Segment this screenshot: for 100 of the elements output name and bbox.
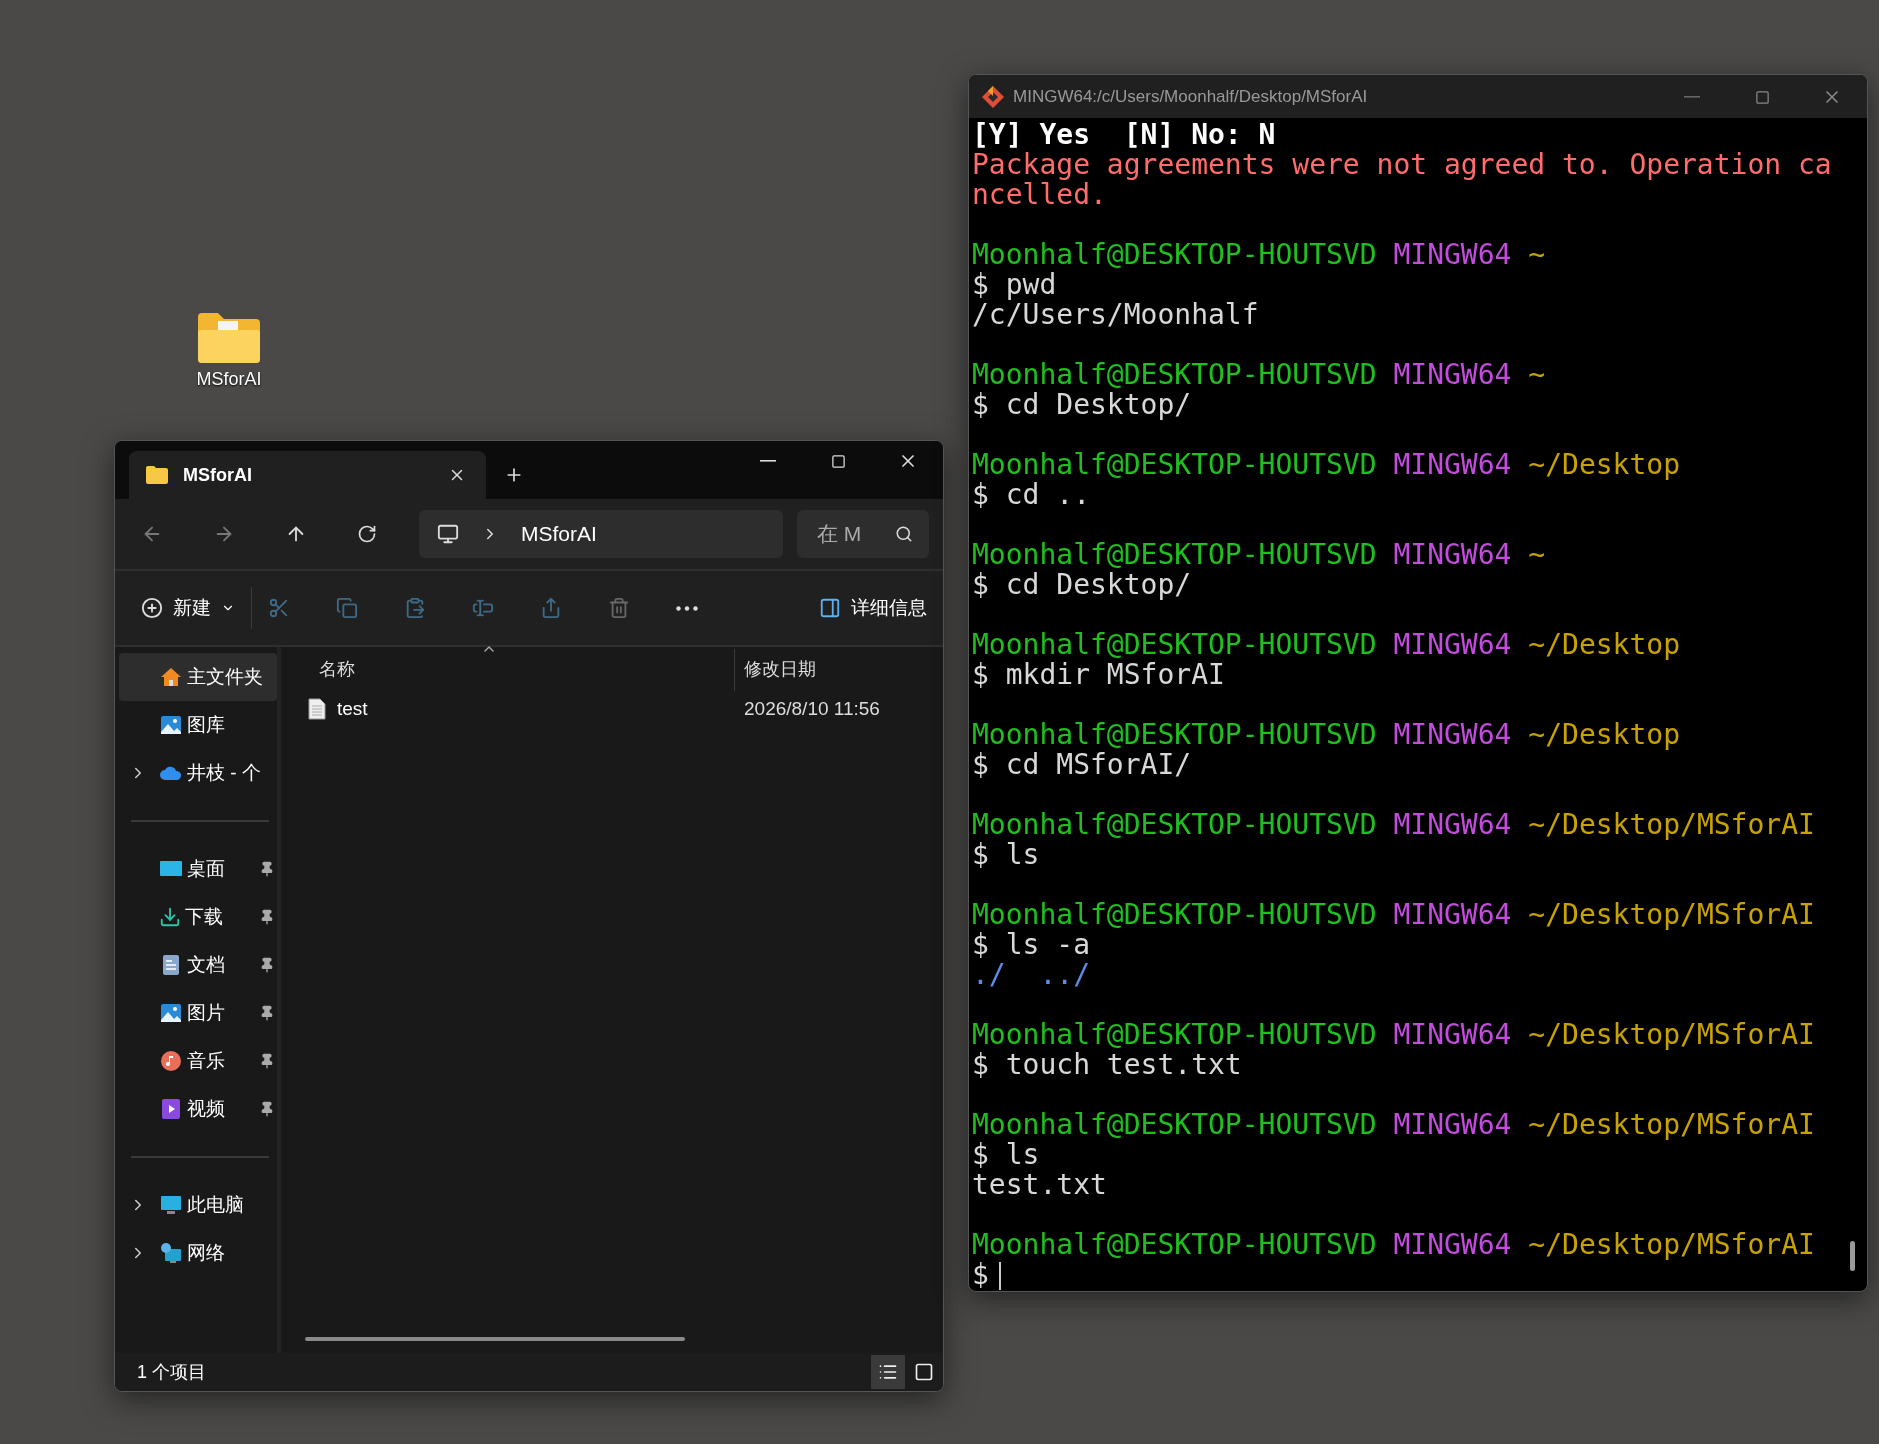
trash-icon <box>608 597 630 619</box>
prompt-shell: MINGW64 <box>1393 898 1512 931</box>
command-line: $ cd Desktop/ <box>972 388 1192 421</box>
sidebar-item[interactable]: 图片 <box>119 989 277 1037</box>
new-button[interactable]: 新建 <box>137 591 239 625</box>
panel-icon <box>819 597 841 619</box>
prompt-user: Moonhalf@DESKTOP-HOUTSVD <box>972 1228 1377 1261</box>
pin-icon <box>259 909 275 925</box>
pin-icon <box>259 861 275 877</box>
sidebar-item[interactable]: 桌面 <box>119 845 277 893</box>
sidebar-item[interactable]: 主文件夹 <box>119 653 277 701</box>
command-line: $ cd Desktop/ <box>972 568 1192 601</box>
prompt-user: Moonhalf@DESKTOP-HOUTSVD <box>972 898 1377 931</box>
clipboard-icon <box>404 597 426 619</box>
breadcrumb[interactable]: MSforAI <box>521 522 597 546</box>
text-file-icon <box>307 698 327 720</box>
prompt-shell: MINGW64 <box>1393 1108 1512 1141</box>
image-icon <box>159 1001 183 1025</box>
copy-icon <box>336 597 358 619</box>
prompt-path: ~ <box>1528 358 1546 391</box>
command-line: $ <box>972 1258 989 1291</box>
command-line: $ ls <box>972 838 1040 871</box>
prompt-user: Moonhalf@DESKTOP-HOUTSVD <box>972 628 1377 661</box>
prompt-shell: MINGW64 <box>1393 538 1512 571</box>
plus-circle-icon <box>141 597 163 619</box>
prompt-path: ~/Desktop/MSforAI <box>1528 808 1815 841</box>
refresh-icon <box>357 524 377 544</box>
sidebar-item[interactable]: 音乐 <box>119 1037 277 1085</box>
item-count: 1 个项目 <box>137 1361 207 1384</box>
prompt-shell: MINGW64 <box>1393 358 1512 391</box>
prompt-shell: MINGW64 <box>1393 448 1512 481</box>
file-name[interactable]: test <box>337 698 744 720</box>
network-icon <box>159 1241 183 1265</box>
prompt-shell: MINGW64 <box>1393 808 1512 841</box>
monitor-icon <box>437 523 459 545</box>
command-line: $ ls <box>972 1138 1040 1171</box>
command-line: $ pwd <box>972 268 1057 301</box>
pin-icon <box>259 957 275 973</box>
scissors-icon <box>268 597 290 619</box>
sidebar-item[interactable]: 井枝 - 个 <box>119 749 277 797</box>
command-line: $ mkdir MSforAI <box>972 658 1225 691</box>
pin-icon <box>259 1101 275 1117</box>
terminal-output: test.txt <box>972 1168 1107 1201</box>
maximize-icon <box>1754 89 1770 105</box>
image-icon <box>159 713 183 737</box>
list-icon <box>878 1362 898 1382</box>
maximize-icon <box>830 453 846 469</box>
home-icon <box>159 665 183 689</box>
modified-date: 2026/8/10 11:56 <box>744 698 880 720</box>
prompt-user: Moonhalf@DESKTOP-HOUTSVD <box>972 238 1377 271</box>
pin-icon <box>259 1053 275 1069</box>
computer-icon <box>159 1193 183 1217</box>
minimize-icon <box>1684 96 1700 98</box>
pin-icon <box>259 1005 275 1021</box>
prompt-path: ~/Desktop <box>1528 718 1681 751</box>
sidebar-item[interactable]: 网络 <box>119 1229 277 1277</box>
sidebar-item[interactable]: 文档 <box>119 941 277 989</box>
column-header[interactable]: 名称 <box>319 657 744 681</box>
column-header[interactable]: 修改日期 <box>744 657 816 681</box>
sidebar-item[interactable]: 下载 <box>119 893 277 941</box>
directory-listing: ./ ../ <box>972 958 1090 991</box>
details-view-button[interactable] <box>871 1355 905 1389</box>
tab[interactable]: MSforAI <box>129 451 486 499</box>
search-field[interactable]: 在 M <box>797 510 929 558</box>
square-icon <box>914 1362 934 1382</box>
prompt-path: ~/Desktop/MSforAI <box>1528 898 1815 931</box>
scroll-thumb[interactable] <box>305 1337 685 1341</box>
error-message: Package agreements were not agreed to. Operation ca <box>972 148 1832 181</box>
download-icon <box>159 906 181 928</box>
prompt-shell: MINGW64 <box>1393 718 1512 751</box>
prompt-path: ~/Desktop/MSforAI <box>1528 1228 1815 1261</box>
prompt-path: ~ <box>1528 538 1546 571</box>
details-button[interactable]: 详细信息 <box>815 591 931 625</box>
sidebar-item[interactable]: 图库 <box>119 701 277 749</box>
share-icon <box>540 597 562 619</box>
prompt-path: ~/Desktop/MSforAI <box>1528 1108 1815 1141</box>
diamond-logo-icon <box>981 84 1005 109</box>
desktop-icon-label: MSforAI <box>196 369 262 390</box>
prompt-user: Moonhalf@DESKTOP-HOUTSVD <box>972 1108 1377 1141</box>
sidebar-item[interactable]: 视频 <box>119 1085 277 1133</box>
prompt-user: Moonhalf@DESKTOP-HOUTSVD <box>972 448 1377 481</box>
command-line: $ cd MSforAI/ <box>972 748 1192 781</box>
prompt-shell: MINGW64 <box>1393 628 1512 661</box>
sidebar-item[interactable]: 此电脑 <box>119 1181 277 1229</box>
prompt-shell: MINGW64 <box>1393 1228 1512 1261</box>
prompt-shell: MINGW64 <box>1393 238 1512 271</box>
command-line: $ touch test.txt <box>972 1048 1242 1081</box>
prompt-user: Moonhalf@DESKTOP-HOUTSVD <box>972 808 1377 841</box>
scroll-thumb[interactable] <box>1850 1241 1855 1271</box>
prompt-user: Moonhalf@DESKTOP-HOUTSVD <box>972 538 1377 571</box>
prompt-path: ~/Desktop <box>1528 628 1681 661</box>
window-title: MINGW64:/c/Users/Moonhalf/Desktop/MSforAI <box>1013 86 1368 107</box>
command-line: $ ls -a <box>972 928 1090 961</box>
prompt-path: ~/Desktop <box>1528 448 1681 481</box>
music-icon <box>159 1049 183 1073</box>
command-line: $ cd .. <box>972 478 1090 511</box>
address-bar[interactable]: MSforAI <box>419 510 783 558</box>
folder-icon[interactable] <box>196 311 262 363</box>
rename-icon <box>472 597 494 619</box>
terminal-output: [Y] Yes [N] No: N <box>972 118 1276 151</box>
